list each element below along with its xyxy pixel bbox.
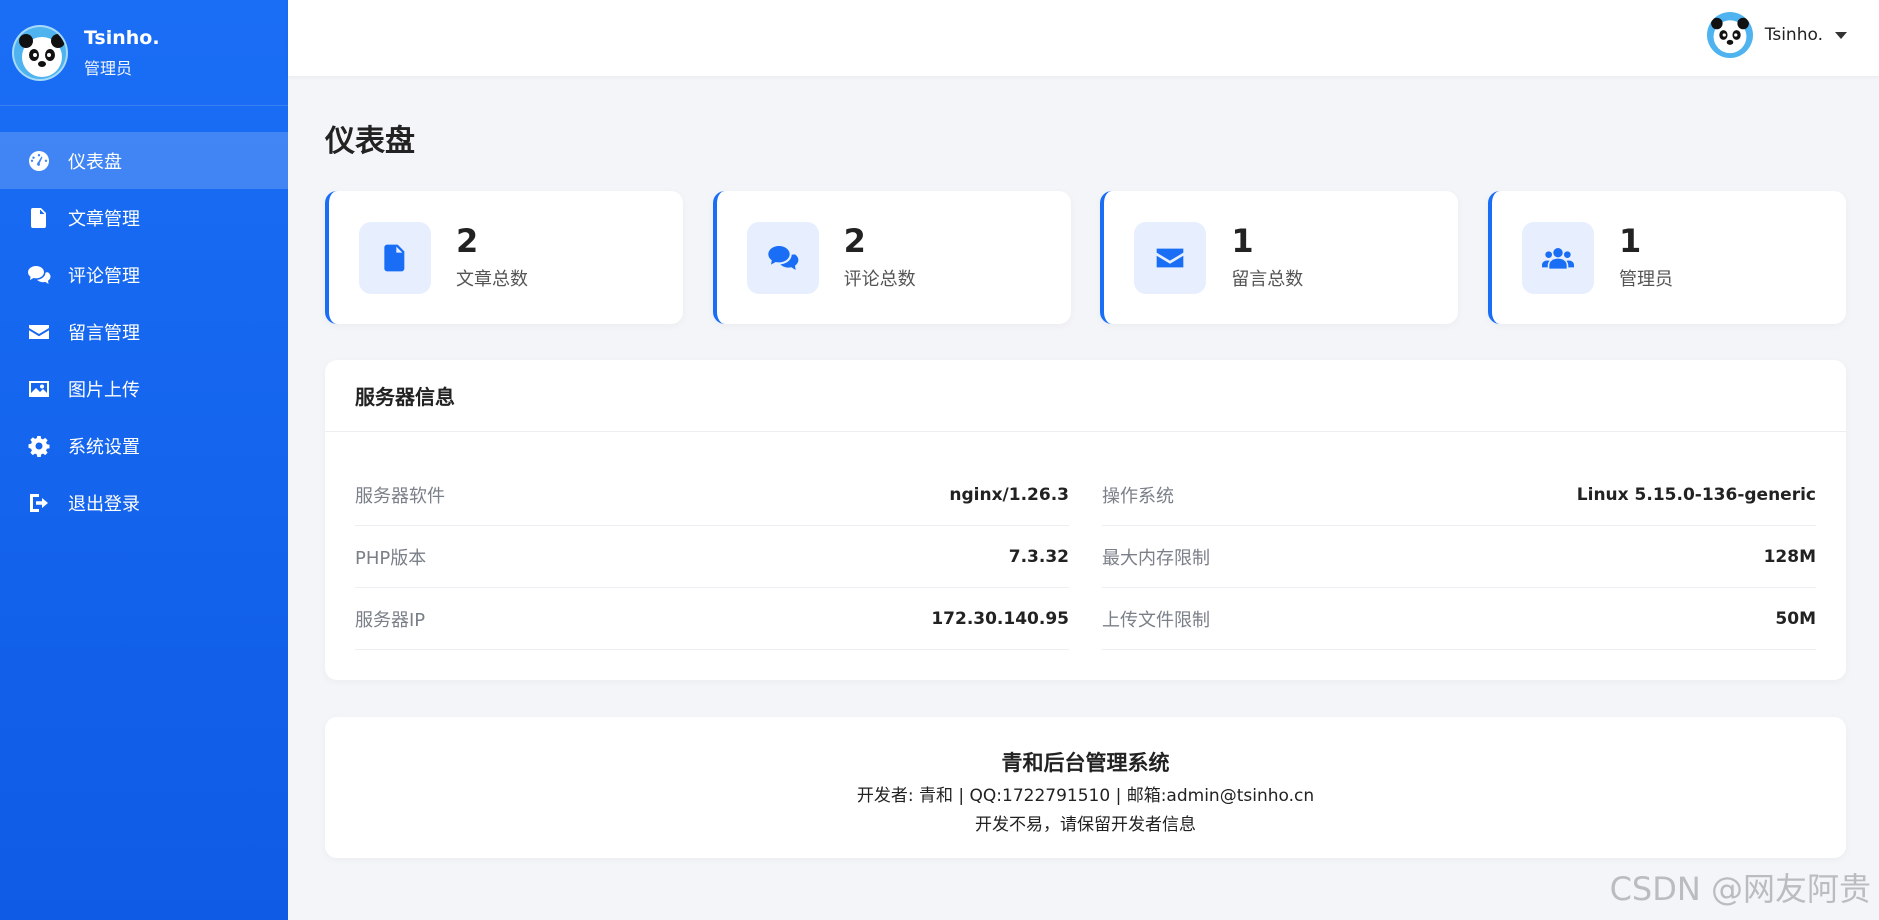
stat-card-articles: 2 文章总数 <box>325 191 683 324</box>
info-label: 最大内存限制 <box>1102 547 1210 569</box>
user-menu-button[interactable]: Tsinho. <box>1706 12 1847 58</box>
info-value: Linux 5.15.0-136-generic <box>1576 484 1816 505</box>
sidebar-user-name: Tsinho. <box>84 26 160 49</box>
sidebar-menu: 仪表盘 文章管理 评论管理 留言管理 图片上传 系统设置 退出登录 <box>0 132 288 531</box>
sidebar-item-label: 评论管理 <box>68 265 140 287</box>
sidebar-item-articles[interactable]: 文章管理 <box>0 189 288 246</box>
users-icon <box>1521 221 1594 294</box>
info-row: PHP版本 7.3.32 <box>355 526 1069 588</box>
file-icon <box>26 205 52 231</box>
stats-row: 2 文章总数 2 评论总数 1 留言总数 1 管理员 <box>325 191 1846 324</box>
info-label: 服务器软件 <box>355 485 445 507</box>
stat-label: 留言总数 <box>1231 269 1304 291</box>
info-row: 上传文件限制 50M <box>1102 588 1816 650</box>
sidebar-item-label: 图片上传 <box>68 379 140 401</box>
info-label: 服务器IP <box>355 609 426 631</box>
panda-avatar-icon <box>1710 17 1749 54</box>
sidebar-user-role: 管理员 <box>84 58 133 78</box>
footer-notice: 开发不易，请保留开发者信息 <box>975 815 1196 835</box>
stat-card-admins: 1 管理员 <box>1487 191 1846 324</box>
stat-value: 1 <box>1618 221 1642 260</box>
footer-card: 青和后台管理系统 开发者: 青和 | QQ:1722791510 | 邮箱:ad… <box>325 717 1846 858</box>
info-row: 服务器IP 172.30.140.95 <box>355 588 1069 650</box>
info-row: 最大内存限制 128M <box>1102 526 1816 588</box>
stat-label: 管理员 <box>1618 269 1673 291</box>
server-info-left: 服务器软件 nginx/1.26.3 PHP版本 7.3.32 服务器IP 17… <box>355 464 1069 650</box>
page-title: 仪表盘 <box>325 124 415 159</box>
comments-icon <box>26 262 52 288</box>
server-info-title: 服务器信息 <box>325 360 1846 432</box>
comments-icon <box>746 221 819 294</box>
chevron-down-icon <box>1835 31 1847 39</box>
sidebar-item-label: 留言管理 <box>68 322 140 344</box>
sidebar-item-label: 系统设置 <box>68 436 140 458</box>
info-label: 操作系统 <box>1102 485 1174 507</box>
info-label: PHP版本 <box>355 547 427 569</box>
gear-icon <box>26 433 52 459</box>
info-value: 7.3.32 <box>1008 546 1069 567</box>
footer-title: 青和后台管理系统 <box>1001 751 1170 775</box>
info-value: 172.30.140.95 <box>931 608 1069 629</box>
panda-avatar-icon <box>19 33 65 77</box>
info-row: 操作系统 Linux 5.15.0-136-generic <box>1102 464 1816 526</box>
stat-value: 2 <box>843 221 866 260</box>
sidebar-item-label: 文章管理 <box>68 208 140 230</box>
envelope-icon <box>26 319 52 345</box>
watermark: CSDN @网友阿贵 <box>1609 870 1871 908</box>
sidebar: Tsinho. 管理员 仪表盘 文章管理 评论管理 留言管理 图片上传 系统设置… <box>0 0 288 920</box>
info-value: 128M <box>1763 546 1816 567</box>
image-icon <box>26 376 52 402</box>
sidebar-profile: Tsinho. 管理员 <box>0 0 288 106</box>
dashboard-icon <box>26 148 52 174</box>
info-label: 上传文件限制 <box>1102 609 1210 631</box>
topbar: Tsinho. <box>288 0 1879 76</box>
info-value: nginx/1.26.3 <box>949 484 1069 505</box>
sidebar-item-logout[interactable]: 退出登录 <box>0 474 288 531</box>
footer-developer-info: 开发者: 青和 | QQ:1722791510 | 邮箱:admin@tsinh… <box>856 786 1315 806</box>
sidebar-item-settings[interactable]: 系统设置 <box>0 417 288 474</box>
stat-value: 2 <box>456 221 479 260</box>
server-info-right: 操作系统 Linux 5.15.0-136-generic 最大内存限制 128… <box>1102 464 1816 650</box>
stat-card-comments: 2 评论总数 <box>712 191 1071 324</box>
main-content: 仪表盘 2 文章总数 2 评论总数 1 留言总数 1 管理员 服务器信息 服务器… <box>325 76 1846 858</box>
sidebar-item-image-upload[interactable]: 图片上传 <box>0 360 288 417</box>
stat-label: 文章总数 <box>456 269 528 291</box>
topbar-user-name: Tsinho. <box>1764 25 1823 45</box>
sidebar-item-dashboard[interactable]: 仪表盘 <box>0 132 288 189</box>
stat-card-messages: 1 留言总数 <box>1100 191 1459 324</box>
info-row: 服务器软件 nginx/1.26.3 <box>355 464 1069 526</box>
sign-out-icon <box>26 490 52 516</box>
file-icon <box>359 221 431 294</box>
stat-label: 评论总数 <box>843 269 916 291</box>
sidebar-item-label: 退出登录 <box>68 493 140 515</box>
envelope-icon <box>1134 221 1207 294</box>
info-value: 50M <box>1775 608 1816 629</box>
server-info-card: 服务器信息 服务器软件 nginx/1.26.3 PHP版本 7.3.32 服务… <box>325 360 1846 680</box>
sidebar-item-messages[interactable]: 留言管理 <box>0 303 288 360</box>
sidebar-item-label: 仪表盘 <box>68 151 122 173</box>
stat-value: 1 <box>1231 221 1254 260</box>
avatar <box>1706 12 1753 58</box>
sidebar-item-comments[interactable]: 评论管理 <box>0 246 288 303</box>
avatar <box>12 24 68 81</box>
